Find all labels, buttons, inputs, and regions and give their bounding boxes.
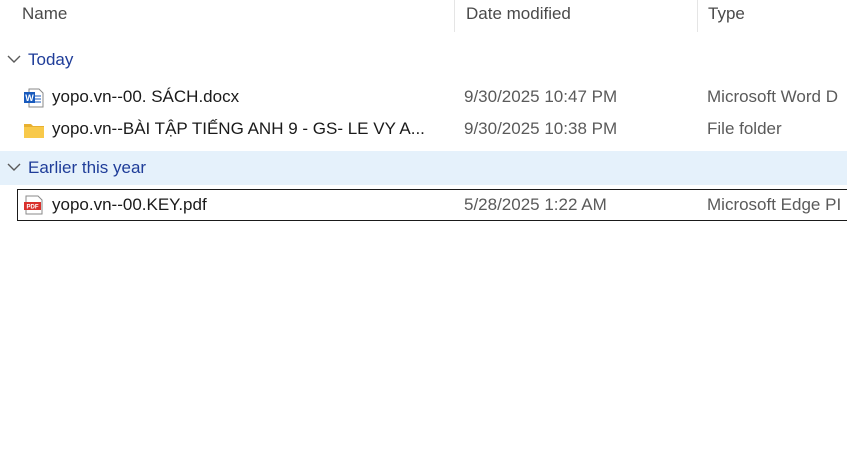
folder-icon (23, 120, 45, 140)
column-date-modified-header[interactable]: Date modified (454, 0, 696, 32)
column-name-header[interactable]: Name (0, 0, 453, 32)
svg-text:PDF: PDF (27, 205, 39, 211)
file-name: yopo.vn--00.KEY.pdf (52, 195, 207, 214)
group-label: Earlier this year (28, 158, 147, 177)
file-type: Microsoft Word D (707, 87, 838, 106)
chevron-down-icon[interactable] (6, 43, 22, 77)
file-name: yopo.vn--00. SÁCH.docx (52, 87, 240, 106)
svg-text:W: W (25, 93, 34, 103)
word-document-icon: W (23, 88, 45, 108)
group-label: Today (28, 50, 74, 69)
file-explorer-list: Name Date modified Type Today W yopo.vn-… (0, 0, 847, 460)
group-header-today[interactable]: Today (0, 43, 847, 77)
file-row[interactable]: PDF yopo.vn--00.KEY.pdf 5/28/2025 1:22 A… (17, 189, 847, 221)
chevron-down-icon[interactable] (6, 151, 22, 185)
file-row[interactable]: yopo.vn--BÀI TẬP TIẾNG ANH 9 - GS- LE VY… (17, 114, 847, 146)
file-date-modified: 9/30/2025 10:38 PM (464, 119, 618, 138)
file-date-modified: 5/28/2025 1:22 AM (464, 195, 607, 214)
file-name: yopo.vn--BÀI TẬP TIẾNG ANH 9 - GS- LE VY… (52, 119, 425, 138)
pdf-document-icon: PDF (23, 195, 45, 215)
column-header: Name Date modified Type (0, 0, 847, 32)
file-type: Microsoft Edge PI (707, 195, 842, 214)
file-row[interactable]: W yopo.vn--00. SÁCH.docx 9/30/2025 10:47… (17, 82, 847, 114)
group-header-earlier-this-year[interactable]: Earlier this year (0, 151, 847, 185)
file-type: File folder (707, 119, 782, 138)
file-date-modified: 9/30/2025 10:47 PM (464, 87, 618, 106)
column-type-header[interactable]: Type (697, 0, 847, 32)
